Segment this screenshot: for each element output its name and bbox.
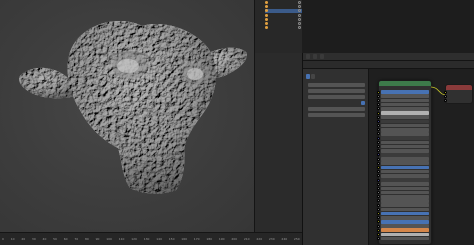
output-node-input[interactable] xyxy=(444,98,472,102)
frame-tick: 80 xyxy=(84,237,89,241)
3d-viewport[interactable] xyxy=(0,0,254,232)
object-icon xyxy=(265,9,268,13)
frame-tick: 50 xyxy=(53,237,57,241)
visibility-eye-icon[interactable] xyxy=(298,13,301,17)
frame-tick: 160 xyxy=(181,237,188,241)
material-output-node[interactable] xyxy=(444,84,473,104)
visibility-eye-icon[interactable] xyxy=(298,22,301,26)
node-link xyxy=(430,86,447,96)
frame-tick: 220 xyxy=(256,237,263,241)
timeline[interactable]: 0 10 20 30 40 50 60 70 80 90 100 110 120 130 140 150 160… xyxy=(0,232,302,245)
frame-tick: 200 xyxy=(231,237,238,241)
visibility-eye-icon[interactable] xyxy=(298,17,301,21)
frame-tick: 150 xyxy=(168,237,175,241)
object-icon xyxy=(265,17,268,21)
frame-tick: 70 xyxy=(74,237,79,241)
object-icon xyxy=(265,4,268,8)
frame-tick: 250 xyxy=(293,237,300,241)
shader-editor[interactable] xyxy=(302,53,474,245)
frame-tick: 20 xyxy=(21,237,26,241)
frame-tick: 240 xyxy=(281,237,288,241)
object-icon xyxy=(265,26,268,30)
frame-tick: 140 xyxy=(156,237,162,241)
frame-tick: 90 xyxy=(95,237,100,241)
visibility-eye-icon[interactable] xyxy=(298,26,301,30)
properties-panel[interactable] xyxy=(254,53,302,232)
object-icon xyxy=(265,13,268,17)
object-icon xyxy=(265,22,268,26)
frame-tick: 40 xyxy=(42,237,47,241)
property-row[interactable] xyxy=(258,75,299,80)
frame-tick: 120 xyxy=(131,237,137,241)
frame-tick: 210 xyxy=(243,237,250,241)
input-socket[interactable] xyxy=(444,98,448,102)
frame-ruler: 0 10 20 30 40 50 60 70 80 90 100 110 120 130 140 150 160… xyxy=(2,236,300,242)
sculpted-monkey-head xyxy=(19,21,247,194)
frame-tick: 0 xyxy=(2,237,4,241)
outliner-item[interactable] xyxy=(265,26,302,30)
object-icon xyxy=(265,0,268,4)
frame-tick: 110 xyxy=(118,237,125,241)
visibility-eye-icon[interactable] xyxy=(298,9,301,13)
frame-tick: 180 xyxy=(206,237,213,241)
frame-tick: 230 xyxy=(268,237,275,241)
frame-tick: 190 xyxy=(218,237,225,241)
frame-tick: 10 xyxy=(10,237,15,241)
frame-tick: 60 xyxy=(63,237,68,241)
frame-tick: 130 xyxy=(143,237,150,241)
visibility-eye-icon[interactable] xyxy=(298,0,301,4)
visibility-eye-icon[interactable] xyxy=(298,4,301,8)
frame-tick: 30 xyxy=(31,237,36,241)
outliner-panel[interactable] xyxy=(254,0,302,53)
frame-tick: 100 xyxy=(106,237,112,241)
frame-tick: 170 xyxy=(193,237,200,241)
